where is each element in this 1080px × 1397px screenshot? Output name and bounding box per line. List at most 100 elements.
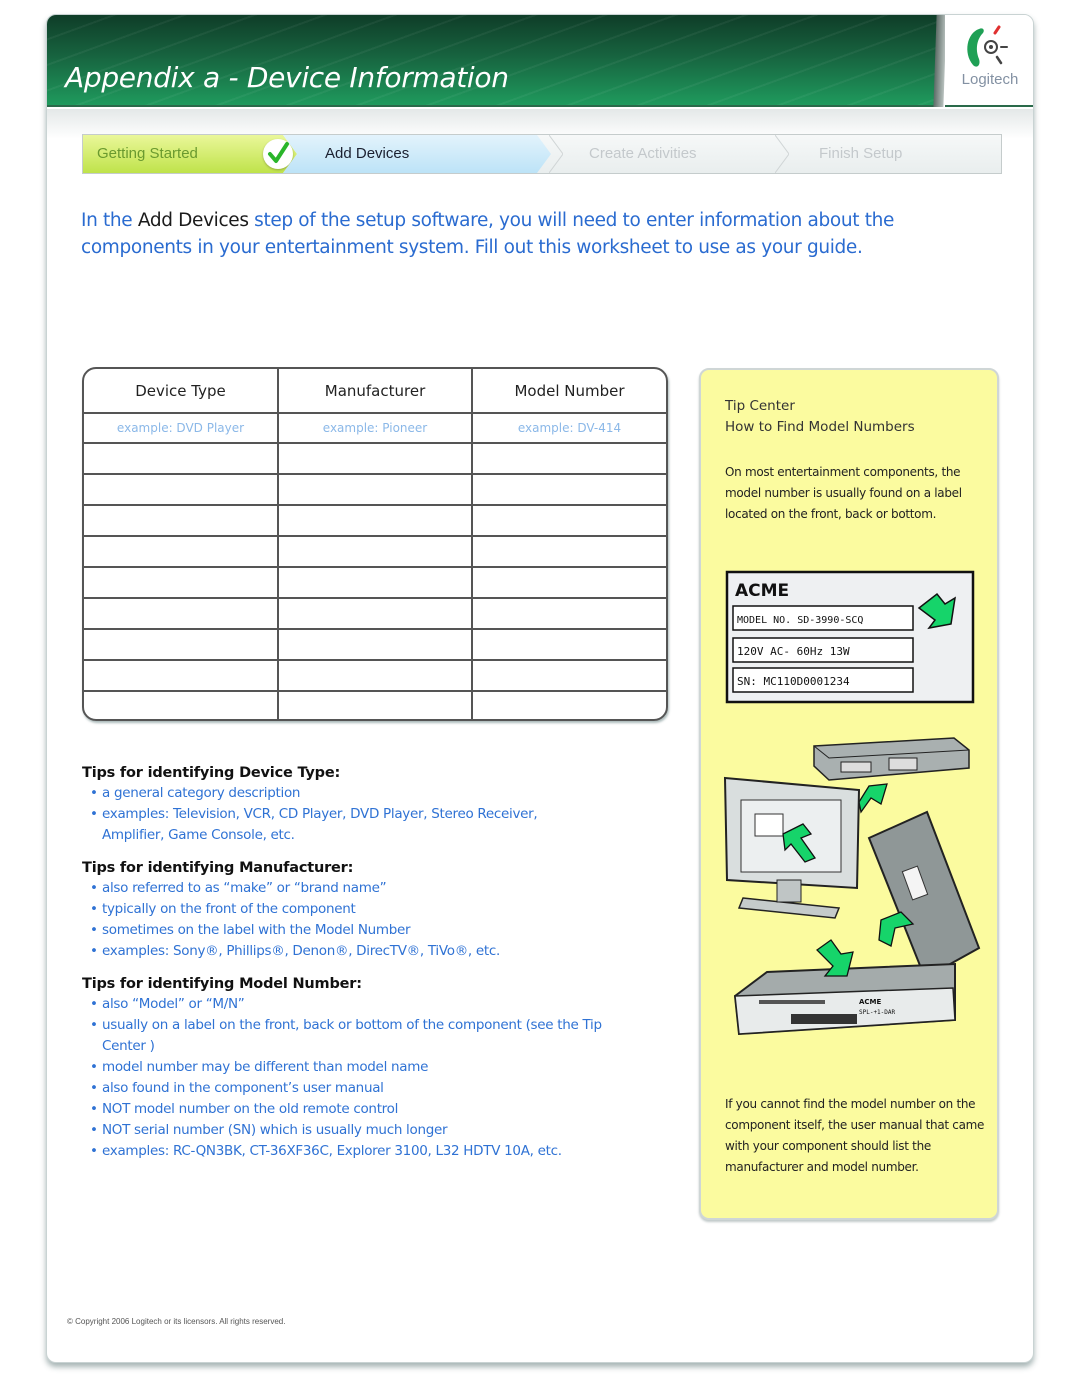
worksheet-row	[84, 598, 666, 630]
tips-heading: Tips for identifying Manufacturer:	[82, 860, 354, 876]
example-cell: example: DVD Player	[84, 413, 279, 444]
worksheet-cell[interactable]	[278, 443, 473, 475]
label-model: MODEL NO. SD-3990-SCQ	[737, 615, 863, 626]
worksheet-header-row: Device Type Manufacturer Model Number	[84, 369, 666, 414]
tips-model-number: Tips for identifying Model Number: also …	[82, 976, 602, 1162]
worksheet-cell[interactable]	[84, 660, 279, 692]
tip-item: examples: RC-QN3BK, CT-36XF36C, Explorer…	[82, 1141, 602, 1162]
tip-center-title: Tip Center	[725, 398, 795, 414]
device-brand: ACME	[859, 998, 882, 1006]
page: Appendix a - Device Information Logitech…	[46, 14, 1034, 1363]
arrow-icon	[858, 783, 888, 814]
tip-item: examples: Television, VCR, CD Player, DV…	[82, 804, 602, 846]
step-finish-setup: Finish Setup	[795, 135, 995, 173]
label-power: 120V AC- 60Hz 13W	[737, 645, 850, 658]
tip-item: model number may be different than model…	[82, 1057, 602, 1078]
tip-item: typically on the front of the component	[82, 899, 602, 920]
worksheet-row	[84, 567, 666, 599]
worksheet-row	[84, 536, 666, 568]
tip-item: NOT model number on the old remote contr…	[82, 1099, 602, 1120]
copyright: © Copyright 2006 Logitech or its licenso…	[67, 1317, 286, 1326]
worksheet-cell[interactable]	[472, 567, 666, 599]
receiver-illustration	[813, 737, 970, 781]
page-title: Appendix a - Device Information	[65, 61, 509, 94]
worksheet-cell[interactable]	[278, 629, 473, 661]
chevron-right-icon	[775, 135, 789, 173]
tip-item: also found in the component’s user manua…	[82, 1078, 602, 1099]
intro-pre: In the	[81, 210, 138, 231]
tip-item: examples: Sony®, Phillips®, Denon®, Dire…	[82, 941, 602, 962]
worksheet-cell[interactable]	[278, 474, 473, 506]
worksheet-cell[interactable]	[278, 536, 473, 568]
logo-text: Logitech	[961, 71, 1019, 88]
step-label: Finish Setup	[819, 145, 903, 162]
worksheet-cell[interactable]	[472, 629, 666, 661]
worksheet-cell[interactable]	[472, 505, 666, 537]
worksheet-cell[interactable]	[472, 691, 666, 719]
worksheet-cell[interactable]	[472, 474, 666, 506]
worksheet-cell[interactable]	[84, 474, 279, 506]
label-serial: SN: MC110D0001234	[737, 675, 850, 688]
worksheet-row	[84, 691, 666, 719]
worksheet-row	[84, 629, 666, 661]
example-row: example: DVD Player example: Pioneer exa…	[84, 413, 666, 444]
worksheet-cell[interactable]	[278, 567, 473, 599]
tip-item: also referred to as “make” or “brand nam…	[82, 878, 602, 899]
step-label: Create Activities	[589, 145, 697, 162]
worksheet-cell[interactable]	[278, 660, 473, 692]
example-cell: example: Pioneer	[278, 413, 473, 444]
worksheet-cell[interactable]	[84, 691, 279, 719]
tip-center-paragraph: If you cannot find the model number on t…	[725, 1097, 985, 1174]
setup-steps: Getting Started Add Devices Create Activ…	[82, 134, 1002, 174]
worksheet-cell[interactable]	[84, 536, 279, 568]
checkmark-icon	[263, 139, 293, 169]
label-brand: ACME	[735, 581, 789, 601]
worksheet-cell[interactable]	[278, 691, 473, 719]
tip-center-heading: Tip Center How to Find Model Numbers	[725, 396, 915, 438]
tilted-device-illustration	[867, 810, 981, 980]
logitech-logo: Logitech	[945, 15, 1033, 107]
intro-text: In the Add Devices step of the setup sof…	[81, 207, 981, 261]
column-header: Model Number	[472, 369, 666, 414]
step-add-devices: Add Devices	[283, 135, 551, 173]
tip-item: usually on a label on the front, back or…	[82, 1015, 602, 1057]
tip-center-subtitle: How to Find Model Numbers	[725, 419, 915, 435]
chevron-right-icon	[549, 135, 563, 173]
worksheet-row	[84, 505, 666, 537]
acme-label-illustration: ACME MODEL NO. SD-3990-SCQ 120V AC- 60Hz…	[725, 570, 975, 704]
tip-item: a general category description	[82, 783, 602, 804]
worksheet-cell[interactable]	[84, 567, 279, 599]
tips-heading: Tips for identifying Device Type:	[82, 765, 341, 781]
tip-item: NOT serial number (SN) which is usually …	[82, 1120, 602, 1141]
worksheet-cell[interactable]	[84, 443, 279, 475]
column-header: Device Type	[84, 369, 279, 414]
example-cell: example: DV-414	[472, 413, 666, 444]
tips-section: Tips for identifying Device Type: a gene…	[82, 765, 602, 1176]
worksheet-cell[interactable]	[472, 536, 666, 568]
worksheet-row	[84, 660, 666, 692]
worksheet-cell[interactable]	[472, 598, 666, 630]
model-label-illustration: ACME MODEL NO. SD-3990-SCQ 120V AC- 60Hz…	[723, 570, 981, 1036]
worksheet-cell[interactable]	[278, 598, 473, 630]
worksheet-cell[interactable]	[472, 443, 666, 475]
tips-manufacturer: Tips for identifying Manufacturer: also …	[82, 860, 602, 962]
tip-center-panel: Tip Center How to Find Model Numbers On …	[699, 368, 999, 1220]
worksheet-row	[84, 474, 666, 506]
worksheet-cell[interactable]	[84, 505, 279, 537]
logitech-eye-icon	[967, 25, 1008, 67]
step-create-activities: Create Activities	[565, 135, 775, 173]
tip-item: sometimes on the label with the Model Nu…	[82, 920, 602, 941]
worksheet-cell[interactable]	[84, 598, 279, 630]
tips-device-type: Tips for identifying Device Type: a gene…	[82, 765, 602, 846]
worksheet-cell[interactable]	[278, 505, 473, 537]
worksheet-row	[84, 443, 666, 475]
step-label: Getting Started	[97, 145, 198, 162]
device-worksheet: Device Type Manufacturer Model Number ex…	[82, 367, 668, 721]
tv-illustration	[723, 776, 861, 919]
intro-emphasis: Add Devices	[137, 210, 249, 231]
worksheet-cell[interactable]	[472, 660, 666, 692]
device-model: SPL-+1-DAR	[859, 1009, 896, 1016]
tip-item: also “Model” or “M/N”	[82, 994, 602, 1015]
worksheet-cell[interactable]	[84, 629, 279, 661]
column-header: Manufacturer	[278, 369, 473, 414]
